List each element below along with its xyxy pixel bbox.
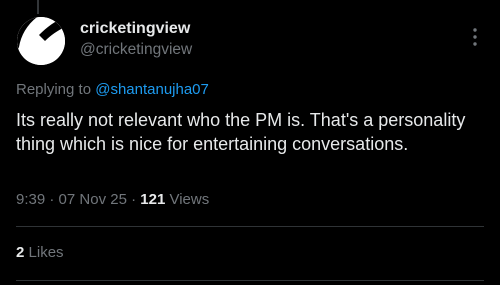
replying-to-label: Replying to xyxy=(16,81,92,98)
more-vertical-icon xyxy=(473,28,477,46)
views-label: Views xyxy=(169,191,210,208)
author-info: cricketingview @cricketingview xyxy=(80,19,192,60)
likes-label: Likes xyxy=(28,244,64,261)
divider xyxy=(16,280,484,281)
thread-connector-line xyxy=(37,0,39,14)
tweet-date[interactable]: 07 Nov 25 xyxy=(59,191,127,208)
views-count: 121 xyxy=(140,191,166,208)
replying-to-line: Replying to @shantanujha07 xyxy=(16,80,209,100)
avatar[interactable] xyxy=(17,17,65,65)
author-display-name[interactable]: cricketingview xyxy=(80,19,192,39)
more-options-button[interactable] xyxy=(466,26,484,48)
tweet-text: Its really not relevant who the PM is. T… xyxy=(16,110,466,154)
author-handle[interactable]: @cricketingview xyxy=(80,40,192,60)
meta-separator: · xyxy=(49,191,55,208)
meta-separator: · xyxy=(131,191,137,208)
likes-count: 2 xyxy=(16,244,25,261)
divider xyxy=(16,226,484,227)
tweet-metadata: 9:39 · 07 Nov 25 · 121 Views xyxy=(16,190,209,210)
tweet-time[interactable]: 9:39 xyxy=(16,191,45,208)
avatar-image xyxy=(17,17,65,65)
likes-link[interactable]: 2 Likes xyxy=(16,243,64,263)
replying-to-mention-link[interactable]: @shantanujha07 xyxy=(95,81,209,98)
